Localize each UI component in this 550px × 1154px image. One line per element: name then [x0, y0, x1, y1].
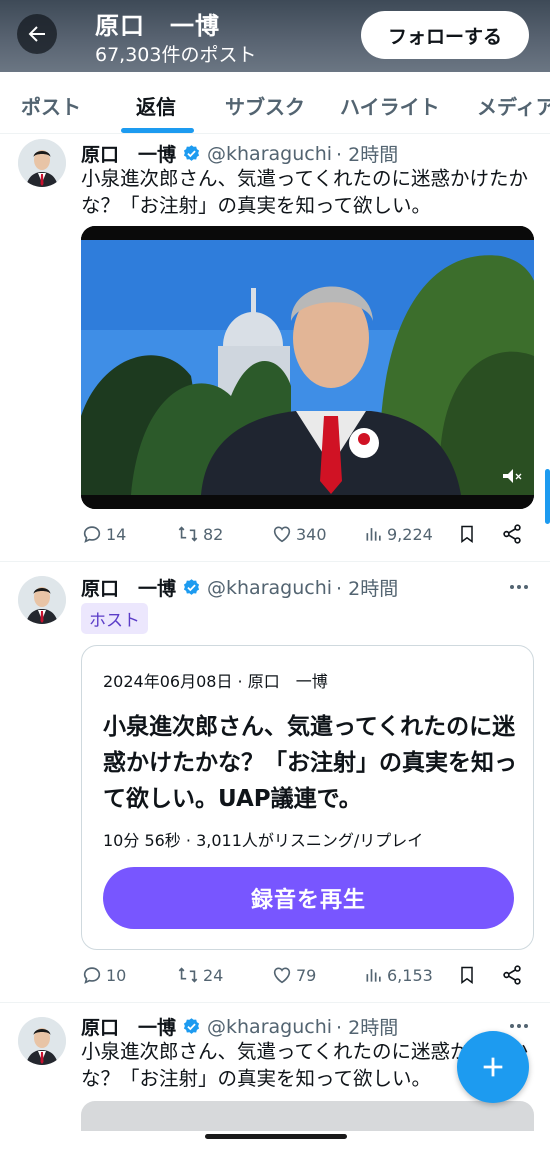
avatar[interactable] [18, 139, 66, 187]
play-recording-button[interactable]: 録音を再生 [103, 867, 514, 929]
arrow-left-icon [28, 26, 45, 42]
avatar[interactable] [18, 1017, 66, 1065]
like-count: 340 [296, 524, 327, 544]
more-options-icon[interactable] [510, 1023, 530, 1029]
compose-post-button[interactable] [457, 1031, 529, 1103]
follow-button[interactable]: フォローする [361, 11, 529, 59]
home-indicator[interactable] [205, 1134, 347, 1139]
share-icon [503, 524, 521, 544]
verified-badge-icon [182, 144, 201, 163]
views-button[interactable]: 6,153 [364, 964, 433, 986]
views-icon [366, 969, 381, 982]
profile-name: 原口 一博 [95, 12, 220, 40]
repost-icon [178, 967, 198, 983]
tab-highlights[interactable]: ハイライト [340, 91, 440, 120]
tab-replies[interactable]: 返信 [136, 91, 176, 120]
tab-subscriptions[interactable]: サブスク [225, 91, 305, 120]
space-listeners: 10分 56秒 · 3,011人がリスニング/リプレイ [103, 831, 424, 850]
repost-icon [178, 526, 198, 542]
more-options-icon[interactable] [510, 584, 530, 590]
tweet-video[interactable] [81, 226, 534, 509]
bookmark-icon [461, 525, 473, 543]
repost-button[interactable]: 24 [176, 964, 223, 986]
tweet-actions: 10 24 79 6,153 [81, 964, 531, 994]
tab-media[interactable]: メディア [477, 91, 550, 120]
like-button[interactable]: 79 [271, 964, 316, 986]
bookmark-button[interactable] [457, 964, 480, 986]
share-button[interactable] [501, 523, 526, 545]
profile-header: 原口 一博 67,303件のポスト フォローする [0, 0, 550, 72]
author-handle: @kharaguchi [207, 1015, 333, 1038]
active-tab-indicator [121, 128, 194, 133]
views-icon [366, 528, 381, 541]
author-handle: @kharaguchi [207, 142, 333, 165]
reply-icon [83, 526, 101, 543]
views-button[interactable]: 9,224 [364, 523, 433, 545]
heart-icon [273, 967, 291, 984]
reply-icon [83, 967, 101, 984]
tweet[interactable]: 原口 一博 @kharaguchi · 2時間 小泉進次郎さん、気遣ってくれたの… [0, 134, 550, 562]
reply-button[interactable]: 10 [81, 964, 126, 986]
tab-posts[interactable]: ポスト [21, 91, 81, 120]
views-count: 9,224 [387, 524, 433, 544]
share-icon [503, 965, 521, 985]
bookmark-icon [461, 966, 473, 984]
reply-count: 14 [106, 524, 127, 544]
reply-count: 10 [106, 965, 127, 985]
like-count: 79 [296, 965, 317, 985]
space-date-host: 2024年06月08日 · 原口 一博 [103, 672, 328, 691]
heart-icon [273, 526, 291, 543]
author-name[interactable]: 原口 一博 [81, 140, 176, 167]
post-count: 67,303件のポスト [95, 44, 257, 66]
space-card[interactable]: 2024年06月08日 · 原口 一博 小泉進次郎さん、気遣ってくれたのに迷惑か… [81, 645, 534, 950]
author-name[interactable]: 原口 一博 [81, 1013, 176, 1040]
reply-button[interactable]: 14 [81, 523, 126, 545]
back-button[interactable] [17, 14, 57, 54]
tweet-actions: 14 82 340 9,224 [81, 523, 531, 553]
repost-button[interactable]: 82 [176, 523, 223, 545]
author-handle: @kharaguchi [207, 576, 333, 599]
tweet-time: · 2時間 [336, 578, 399, 600]
tweet-text: 小泉進次郎さん、気遣ってくれたのに迷惑かけたかな？「お注射」の真実を知って欲しい… [81, 167, 528, 217]
views-count: 6,153 [387, 965, 433, 985]
host-badge: ホスト [81, 603, 148, 634]
tweet-time: · 2時間 [336, 1017, 399, 1039]
tweet-time: · 2時間 [336, 144, 399, 166]
share-button[interactable] [501, 964, 526, 986]
avatar[interactable] [18, 576, 66, 624]
verified-badge-icon [182, 578, 201, 597]
verified-badge-icon [182, 1017, 201, 1036]
space-title: 小泉進次郎さん、気遣ってくれたのに迷惑かけたかな？「お注射」の真実を知って欲しい… [103, 714, 517, 812]
like-button[interactable]: 340 [271, 523, 327, 545]
profile-tabs: ポスト 返信 サブスク ハイライト メディア [0, 72, 550, 134]
author-name[interactable]: 原口 一博 [81, 574, 176, 601]
scrollbar[interactable] [545, 469, 550, 524]
bookmark-button[interactable] [457, 523, 480, 545]
repost-count: 24 [203, 965, 224, 985]
repost-count: 82 [203, 524, 224, 544]
plus-icon [483, 1057, 503, 1077]
tweet[interactable]: 原口 一博 @kharaguchi · 2時間 ホスト 2024年06月08日 … [0, 562, 550, 1003]
tweet-media-preview[interactable] [81, 1101, 534, 1131]
